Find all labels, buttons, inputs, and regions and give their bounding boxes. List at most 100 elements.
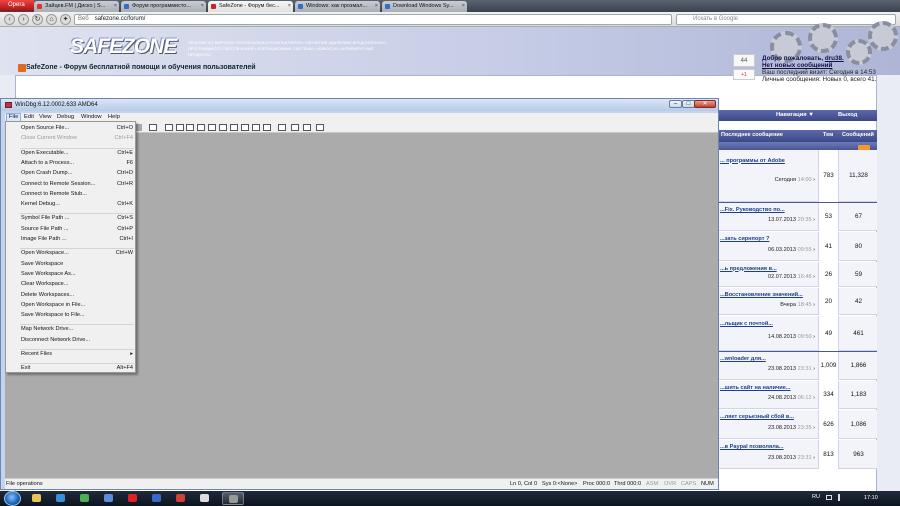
go-to-post-icon[interactable]: ›	[812, 302, 815, 308]
clock[interactable]: 17:10	[864, 495, 878, 501]
file-menu-item[interactable]: Connect to Remote Session... Ctrl+R	[21, 181, 133, 187]
go-to-post-icon[interactable]: ›	[812, 366, 815, 372]
go-to-post-icon[interactable]: ›	[812, 274, 815, 280]
toolbar-icon[interactable]	[303, 124, 311, 131]
file-menu-item[interactable]: Recent Files ▸	[21, 351, 133, 357]
file-menu-item[interactable]: Save Workspace	[21, 261, 133, 267]
toolbar-icon[interactable]	[252, 124, 260, 131]
toolbar-icon[interactable]	[149, 124, 157, 131]
toolbar-icon[interactable]	[219, 124, 227, 131]
toolbar-icon[interactable]	[316, 124, 324, 131]
logout-link[interactable]: Выход	[838, 112, 857, 118]
minimize-button[interactable]: –	[669, 100, 682, 108]
browser-tab[interactable]: SafeZone - Форум бес... ×	[208, 1, 293, 12]
file-menu-item[interactable]: Image File Path ... Ctrl+I	[21, 236, 133, 242]
file-menu-item[interactable]: Clear Workspace...	[21, 281, 133, 287]
row-title-link[interactable]: ...в Paypal позволяла...	[720, 444, 784, 450]
file-menu-item[interactable]: Attach to a Process... F6	[21, 160, 133, 166]
windows-app[interactable]	[146, 492, 168, 505]
file-menu-item[interactable]: Open Workspace... Ctrl+W	[21, 250, 133, 256]
file-menu-item[interactable]: Save Workspace As...	[21, 271, 133, 277]
row-title-link[interactable]: ...ь предложения в...	[720, 266, 777, 272]
row-title-link[interactable]: ...зать сирнпорт ?	[720, 236, 769, 242]
row-title-link[interactable]: ... программы от Adobe	[720, 158, 785, 164]
file-menu-item[interactable]: Kernel Debug... Ctrl+K	[21, 201, 133, 207]
tab-close-icon[interactable]: ×	[462, 1, 465, 12]
file-menu-item[interactable]: Disconnect Network Drive...	[21, 337, 133, 343]
go-to-post-icon[interactable]: ›	[812, 395, 815, 401]
go-to-post-icon[interactable]: ›	[812, 334, 815, 340]
file-menu-item[interactable]: Open Crash Dump... Ctrl+D	[21, 170, 133, 176]
username-link[interactable]: dru38.	[825, 55, 844, 62]
file-menu-item[interactable]: Connect to Remote Stub...	[21, 191, 133, 197]
row-title-link[interactable]: ...Fix. Руководство по...	[720, 207, 785, 213]
file-menu-item[interactable]: Map Network Drive...	[21, 326, 133, 332]
volume-icon[interactable]	[838, 494, 844, 501]
explorer-app[interactable]	[26, 492, 48, 505]
tab-close-icon[interactable]: ×	[201, 1, 204, 12]
media-player-app[interactable]	[50, 492, 72, 505]
reload-icon[interactable]: ↻	[32, 14, 43, 25]
go-to-post-icon[interactable]: ›	[812, 247, 815, 253]
language-indicator[interactable]: RU	[812, 494, 820, 500]
site-logo[interactable]: SAFEZONE	[70, 35, 177, 59]
row-title-link[interactable]: ...шить сайт на наличие...	[720, 385, 791, 391]
windbg-app[interactable]	[222, 492, 244, 505]
browser-tab[interactable]: Download Windows Sy... ×	[382, 1, 467, 12]
toolbar-icon[interactable]	[176, 124, 184, 131]
file-menu-item[interactable]: Open Source File... Ctrl+O	[21, 125, 133, 131]
browser-tab[interactable]: Форум программисто... ×	[121, 1, 206, 12]
file-menu-item[interactable]: Source File Path ... Ctrl+P	[21, 226, 133, 232]
row-title-link[interactable]: ...ляет серьезный сбой в...	[720, 414, 794, 420]
close-button[interactable]: ✕	[694, 100, 716, 108]
tab-close-icon[interactable]: ×	[288, 1, 291, 12]
browser-tab[interactable]: Windows: как прозмал... ×	[295, 1, 380, 12]
back-icon[interactable]: ‹	[4, 14, 15, 25]
opera-app[interactable]	[122, 492, 144, 505]
forward-icon[interactable]: ›	[18, 14, 29, 25]
tool-icon	[176, 494, 185, 502]
toolbar-icon[interactable]	[165, 124, 173, 131]
file-menu-item[interactable]: Save Workspace to File...	[21, 312, 133, 318]
toolbar-icon[interactable]	[197, 124, 205, 131]
row-title-link[interactable]: ...льщик с почтой...	[720, 321, 773, 327]
toolbar-icon[interactable]	[208, 124, 216, 131]
toolbar-icon[interactable]	[186, 124, 194, 131]
toolbar-icon[interactable]	[263, 124, 271, 131]
toolbar-icon[interactable]	[241, 124, 249, 131]
row-title-link[interactable]: ...Восстановление значений...	[720, 292, 803, 298]
terminal-app[interactable]	[194, 492, 216, 505]
tab-close-icon[interactable]: ×	[114, 1, 117, 12]
no-messages-link[interactable]: Нет новых сообщений	[762, 62, 832, 69]
go-to-post-icon[interactable]: ›	[812, 455, 815, 461]
go-to-post-icon[interactable]: ›	[812, 177, 815, 183]
mail-app[interactable]	[98, 492, 120, 505]
toolbar-icon[interactable]	[278, 124, 286, 131]
browser-tab[interactable]: Зайцев.FM | Диско | S... ×	[34, 1, 119, 12]
network-icon[interactable]	[826, 495, 832, 500]
key-icon[interactable]: ✦	[60, 14, 71, 25]
file-menu-item[interactable]: Open Executable... Ctrl+E	[21, 150, 133, 156]
tool-app[interactable]	[170, 492, 192, 505]
file-menu-item[interactable]: Symbol File Path ... Ctrl+S	[21, 215, 133, 221]
gplus-button[interactable]: +1	[733, 69, 755, 80]
toolbar-icon[interactable]	[230, 124, 238, 131]
toolbar-icon[interactable]	[291, 124, 299, 131]
navigation-menu[interactable]: Навигация ▼	[776, 112, 814, 118]
row-title-link[interactable]: ...wnloader для...	[720, 356, 766, 362]
go-to-post-icon[interactable]: ›	[812, 425, 815, 431]
file-menu-item[interactable]: Open Workspace in File...	[21, 302, 133, 308]
private-messages[interactable]: Личные сообщения: Новых 0, всего 41.	[762, 76, 876, 83]
chrome-app[interactable]	[74, 492, 96, 505]
file-menu-item[interactable]: Delete Workspaces...	[21, 292, 133, 298]
home-icon[interactable]: ⌂	[46, 14, 57, 25]
opera-menu-button[interactable]: Opera	[0, 0, 34, 11]
start-button[interactable]	[4, 491, 21, 506]
address-field[interactable]: Веб safezone.cc/forum/	[74, 14, 672, 25]
windbg-titlebar[interactable]	[1, 99, 718, 111]
go-to-post-icon[interactable]: ›	[812, 217, 815, 223]
file-menu-item[interactable]: Exit Alt+F4	[21, 365, 133, 371]
site-title[interactable]: SafeZone - Форум бесплатной помощи и обу…	[26, 64, 256, 71]
search-field[interactable]: Искать в Google	[676, 14, 896, 25]
tab-close-icon[interactable]: ×	[375, 1, 378, 12]
